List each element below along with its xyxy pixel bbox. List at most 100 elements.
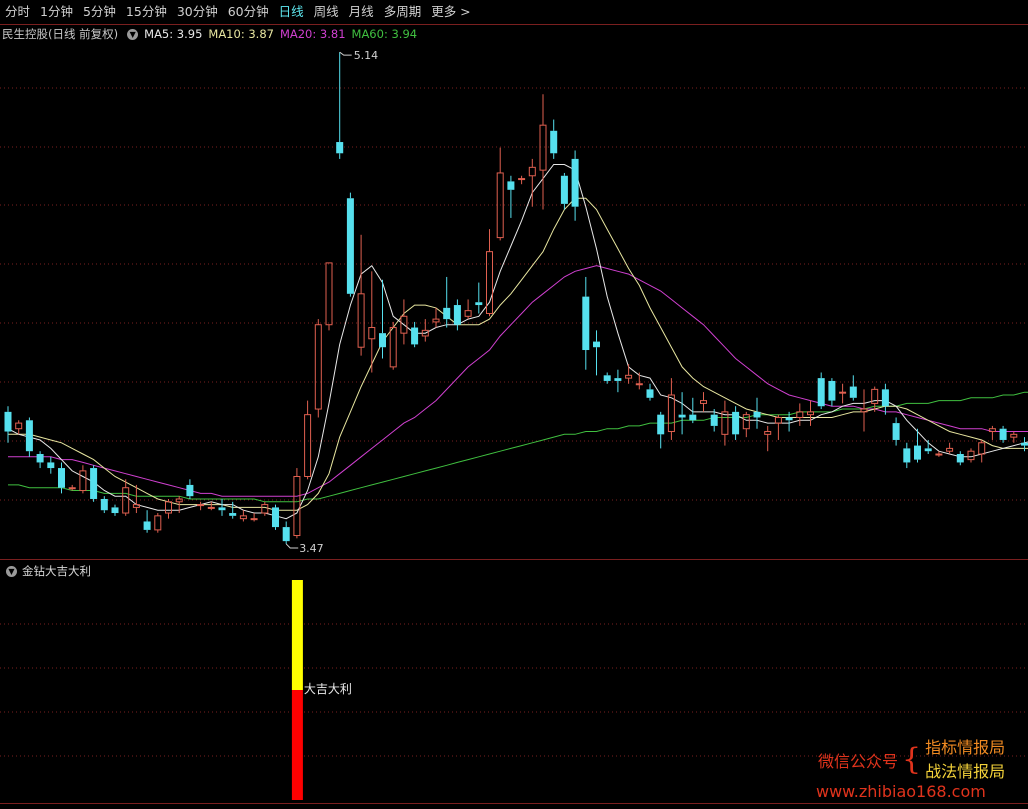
candle-body (389, 327, 397, 368)
candle-body (443, 307, 451, 320)
candle-body (250, 518, 258, 521)
candle (411, 321, 419, 348)
candle (186, 479, 194, 499)
candle-body (667, 394, 675, 433)
candle-body (774, 416, 782, 424)
candle (796, 403, 804, 426)
candle-body (175, 498, 183, 503)
candle (293, 468, 301, 539)
candle (357, 234, 365, 356)
candle (197, 501, 205, 511)
candle-body (935, 453, 943, 456)
candle (25, 417, 33, 457)
candle-body (914, 445, 921, 460)
candle (443, 276, 451, 328)
candle-body (518, 178, 526, 181)
moving-averages (7, 164, 1028, 520)
candle-body (849, 386, 857, 398)
ma5-line (7, 164, 1028, 520)
signal-label: 大吉大利 (304, 682, 352, 696)
candle (657, 411, 665, 449)
candle (218, 498, 226, 516)
watermark-right2: 战法情报局 (925, 762, 1006, 781)
candle (678, 392, 686, 435)
candle-body (453, 305, 461, 325)
candle-body (197, 504, 205, 507)
candle-body (625, 374, 633, 379)
signal-bar-yellow (291, 580, 303, 690)
candle-body (111, 507, 119, 514)
candle (207, 501, 215, 511)
candle-body (368, 327, 376, 340)
candle (518, 175, 526, 185)
candle-body (507, 181, 515, 190)
candle (721, 400, 729, 446)
candle-body (411, 327, 419, 345)
candle-body (892, 423, 900, 440)
candle (667, 378, 675, 440)
watermark-site: www.zhibiao168.com (816, 782, 986, 801)
candle (774, 414, 782, 440)
candle (539, 94, 547, 210)
watermark-brand: 微信公众号 { 指标情报局 战法情报局 (818, 736, 1005, 784)
candle (753, 397, 761, 429)
brace-icon: { (902, 742, 922, 777)
candle-body (1010, 433, 1018, 438)
candle (828, 378, 836, 407)
candle (1021, 437, 1028, 452)
candle (282, 521, 290, 544)
candle-body (261, 504, 269, 514)
candle (700, 392, 707, 412)
candle-body (143, 521, 151, 530)
candle-body (988, 428, 996, 433)
candle-body (764, 431, 772, 435)
candle-body (539, 124, 547, 171)
candle (988, 425, 996, 440)
candle-body (325, 262, 333, 326)
candle-body (79, 470, 87, 492)
candle-body (379, 333, 386, 348)
candle (924, 439, 932, 455)
candle-body (785, 417, 793, 421)
kline-chart[interactable]: 5.14 3.47 大吉大利 (0, 0, 1028, 809)
candle (90, 465, 98, 502)
candle (742, 411, 750, 438)
candle-body (357, 293, 365, 348)
candle-body (100, 498, 108, 511)
candle (614, 369, 622, 393)
signal-bar-red (291, 690, 303, 800)
candle-body (956, 454, 964, 463)
candle-body (293, 475, 301, 537)
candle (475, 282, 483, 314)
candle (881, 383, 889, 415)
candle-body (239, 515, 247, 520)
candle-body (732, 411, 740, 435)
candle-body (560, 175, 568, 204)
candle-body (657, 414, 665, 435)
candle-body (165, 501, 172, 514)
candle-body (839, 391, 847, 394)
candle (582, 276, 590, 370)
candle-body (571, 158, 579, 207)
candle (272, 504, 279, 530)
candle (999, 425, 1007, 443)
grid-lines (0, 87, 1028, 804)
candle (400, 299, 408, 345)
candle-body (710, 414, 718, 426)
candle-body (528, 166, 536, 177)
candles (4, 52, 1028, 544)
candle (860, 389, 868, 432)
candle (849, 375, 857, 401)
candle-body (346, 198, 354, 294)
candle-body (304, 414, 312, 477)
ma10-line (8, 197, 1028, 511)
candle-body (924, 448, 932, 452)
candle (593, 330, 600, 376)
candle (304, 400, 312, 480)
candle-body (336, 142, 344, 154)
candle-body (36, 454, 44, 463)
candle-body (122, 487, 130, 514)
candle (646, 383, 654, 401)
candle (892, 417, 900, 446)
candle (165, 498, 172, 519)
